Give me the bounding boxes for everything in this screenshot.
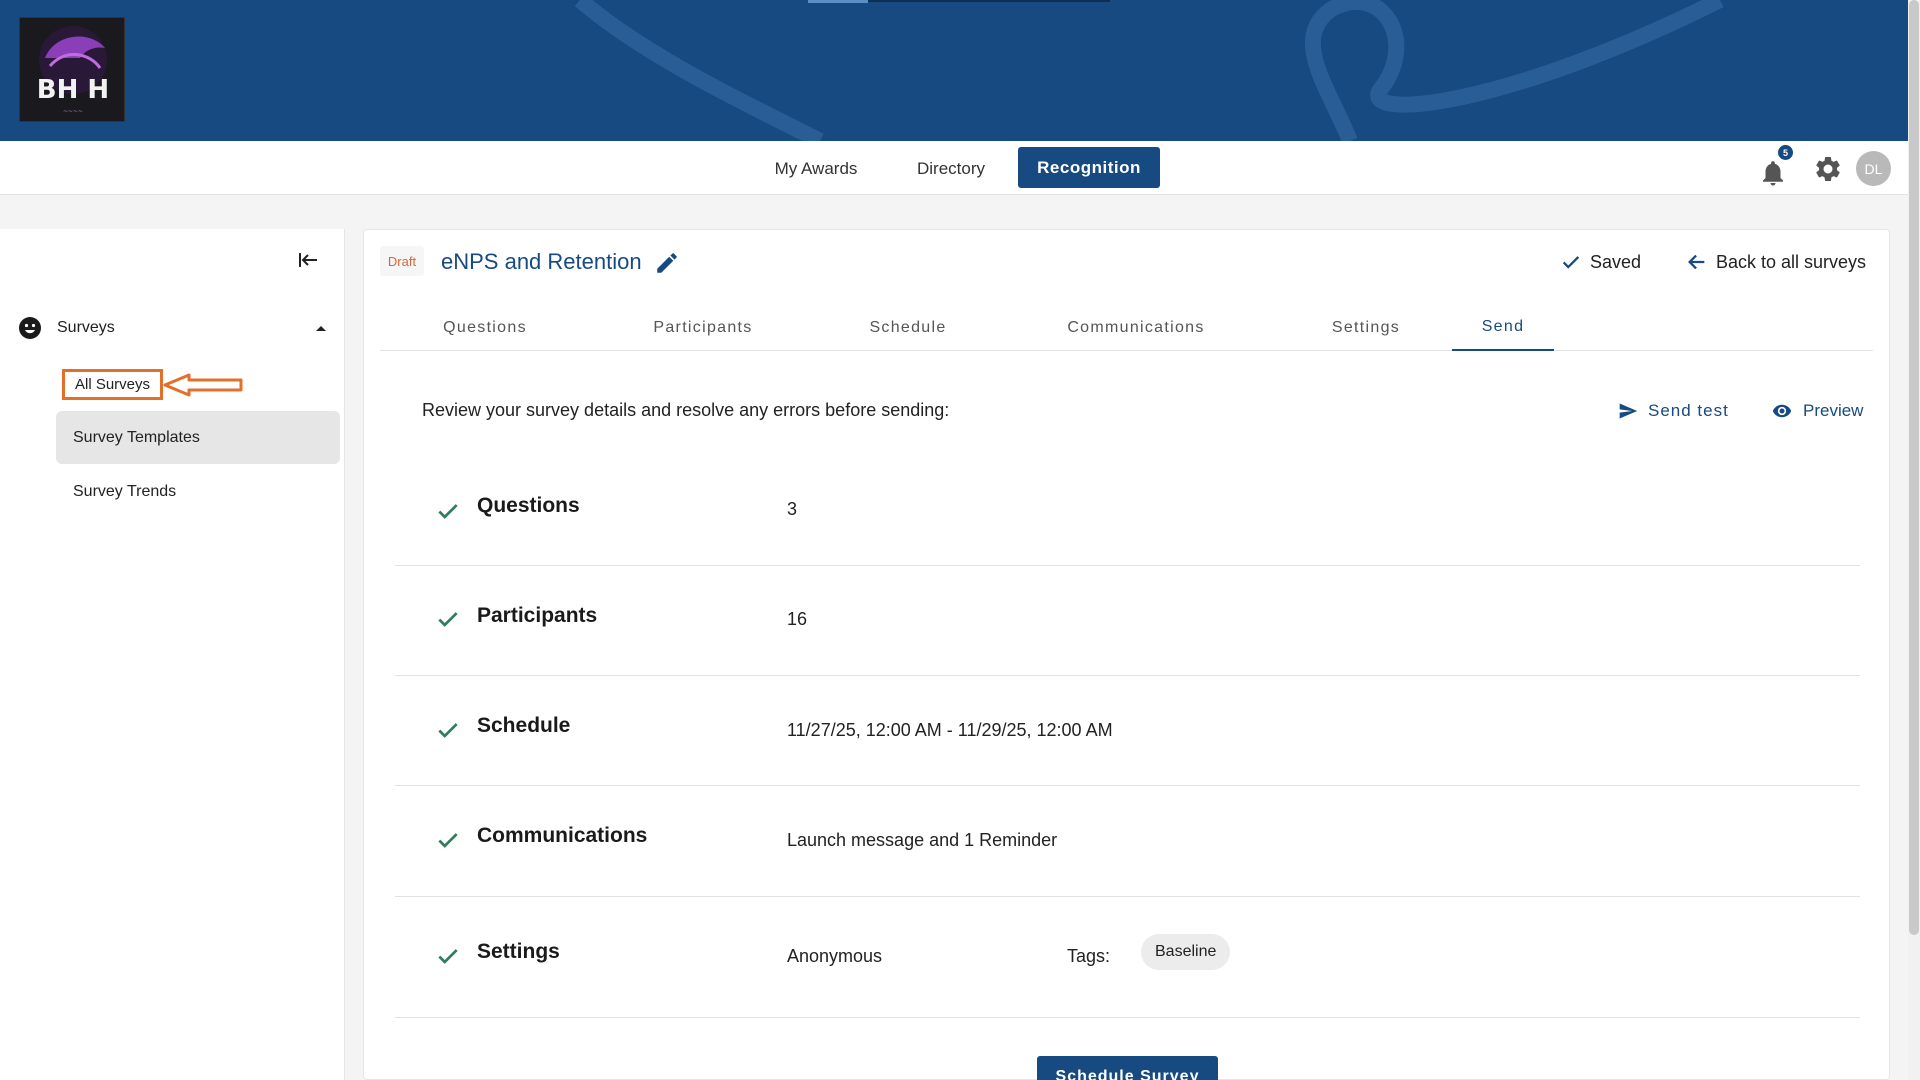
- summary-row-participants: Participants 16: [395, 566, 1860, 676]
- sidebar-item-survey-trends[interactable]: Survey Trends: [56, 465, 340, 518]
- checkmark-icon: [1562, 256, 1580, 269]
- smiley-icon: [19, 317, 41, 339]
- summary-row-settings: Settings Anonymous Tags: Baseline: [395, 897, 1860, 1018]
- saved-label: Saved: [1590, 251, 1642, 272]
- check-icon: [438, 504, 458, 519]
- summary-row-communications: Communications Launch message and 1 Remi…: [395, 786, 1860, 897]
- tab-communications[interactable]: Communications: [1057, 305, 1215, 351]
- notification-count-badge: 5: [1778, 145, 1793, 160]
- top-navigation: My Awards Directory Recognition: [0, 141, 1908, 195]
- check-icon: [438, 949, 458, 964]
- sidebar-section-surveys[interactable]: Surveys: [18, 311, 328, 345]
- tab-settings[interactable]: Settings: [1316, 305, 1416, 351]
- svg-text:BH H: BH H: [37, 75, 109, 105]
- nav-directory[interactable]: Directory: [900, 154, 1002, 183]
- sidebar-item-survey-templates[interactable]: Survey Templates: [56, 411, 340, 464]
- sidebar: [0, 229, 345, 1080]
- send-test-button[interactable]: Send test: [1618, 401, 1729, 421]
- review-instruction: Review your survey details and resolve a…: [422, 400, 950, 420]
- nav-my-awards[interactable]: My Awards: [762, 154, 870, 183]
- scrollbar-thumb[interactable]: [1909, 0, 1919, 935]
- send-test-label: Send test: [1648, 401, 1729, 420]
- summary-label: Settings: [477, 940, 560, 963]
- company-logo[interactable]: BH H ~~~~: [19, 17, 125, 122]
- edit-pencil-icon[interactable]: [654, 250, 680, 276]
- back-label: Back to all surveys: [1716, 251, 1867, 272]
- tab-participants[interactable]: Participants: [638, 305, 768, 351]
- summary-value: Launch message and 1 Reminder: [787, 830, 1058, 850]
- sidebar-section-label: Surveys: [57, 319, 115, 336]
- summary-label: Participants: [477, 604, 598, 627]
- summary-label: Communications: [477, 824, 648, 847]
- settings-gear-icon[interactable]: [1813, 154, 1843, 184]
- banner-decoration: [574, 0, 1724, 141]
- summary-value: 11/27/25, 12:00 AM - 11/29/25, 12:00 AM: [787, 720, 1113, 740]
- check-icon: [438, 612, 458, 627]
- summary-row-schedule: Schedule 11/27/25, 12:00 AM - 11/29/25, …: [395, 676, 1860, 786]
- summary-value: 16: [787, 609, 808, 629]
- summary-label: Schedule: [477, 714, 571, 737]
- notifications-bell-icon[interactable]: 5: [1758, 145, 1793, 186]
- summary-row-questions: Questions 3: [395, 470, 1860, 566]
- collapse-sidebar-icon[interactable]: [296, 248, 320, 272]
- tab-questions[interactable]: Questions: [430, 305, 540, 351]
- summary-label: Questions: [477, 494, 580, 517]
- tags-label: Tags:: [1067, 946, 1111, 966]
- eye-icon: [1772, 404, 1792, 418]
- svg-text:~~~~: ~~~~: [63, 108, 83, 115]
- preview-button[interactable]: Preview: [1769, 401, 1863, 421]
- check-icon: [438, 833, 458, 848]
- arrow-left-icon: [1688, 254, 1705, 270]
- survey-tabs: Questions Participants Schedule Communic…: [380, 305, 1873, 351]
- status-badge: Draft: [380, 246, 424, 276]
- caret-up-icon[interactable]: [314, 321, 328, 335]
- annotation-arrow-icon: [163, 373, 243, 397]
- saved-indicator: Saved: [1560, 251, 1641, 273]
- nav-recognition[interactable]: Recognition: [1018, 147, 1160, 188]
- tab-send[interactable]: Send: [1452, 305, 1554, 351]
- summary-value: 3: [787, 499, 798, 519]
- summary-value: Anonymous: [787, 946, 883, 966]
- preview-label: Preview: [1803, 401, 1864, 420]
- back-to-surveys-link[interactable]: Back to all surveys: [1686, 251, 1866, 273]
- page-title: eNPS and Retention: [441, 249, 642, 274]
- user-avatar[interactable]: DL: [1856, 151, 1891, 186]
- tag-chip: Baseline: [1141, 934, 1231, 970]
- schedule-survey-button[interactable]: Schedule Survey: [1037, 1056, 1218, 1080]
- check-icon: [438, 723, 458, 738]
- sidebar-item-all-surveys[interactable]: All Surveys: [62, 369, 163, 400]
- tab-schedule[interactable]: Schedule: [858, 305, 958, 351]
- header-banner: BH H ~~~~: [0, 0, 1908, 141]
- send-icon: [1619, 403, 1638, 419]
